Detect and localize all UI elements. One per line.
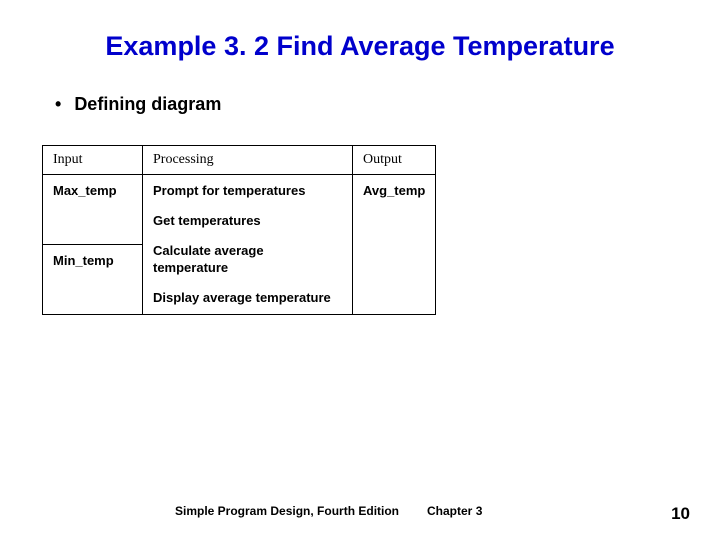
- footer-page-number: 10: [671, 504, 690, 524]
- bullet-section: Defining diagram: [55, 94, 690, 115]
- processing-item: Calculate average temperature: [153, 243, 342, 276]
- output-cell: Avg_temp: [353, 174, 436, 314]
- processing-item: Display average temperature: [153, 290, 342, 306]
- bullet-item: Defining diagram: [55, 94, 690, 115]
- input-cell-2: Min_temp: [43, 244, 143, 314]
- table-row: Max_temp Prompt for temperatures Get tem…: [43, 174, 436, 244]
- processing-item: Prompt for temperatures: [153, 183, 342, 199]
- input-cell-1: Max_temp: [43, 174, 143, 244]
- footer-chapter: Chapter 3: [427, 504, 482, 518]
- header-input: Input: [43, 145, 143, 174]
- processing-cell: Prompt for temperatures Get temperatures…: [143, 174, 353, 314]
- table-header-row: Input Processing Output: [43, 145, 436, 174]
- header-processing: Processing: [143, 145, 353, 174]
- slide-title: Example 3. 2 Find Average Temperature: [30, 30, 690, 64]
- footer: Simple Program Design, Fourth Edition Ch…: [0, 504, 720, 518]
- defining-diagram-table: Input Processing Output Max_temp Prompt …: [42, 145, 436, 315]
- footer-book-title: Simple Program Design, Fourth Edition: [175, 504, 399, 518]
- processing-item: Get temperatures: [153, 213, 342, 229]
- header-output: Output: [353, 145, 436, 174]
